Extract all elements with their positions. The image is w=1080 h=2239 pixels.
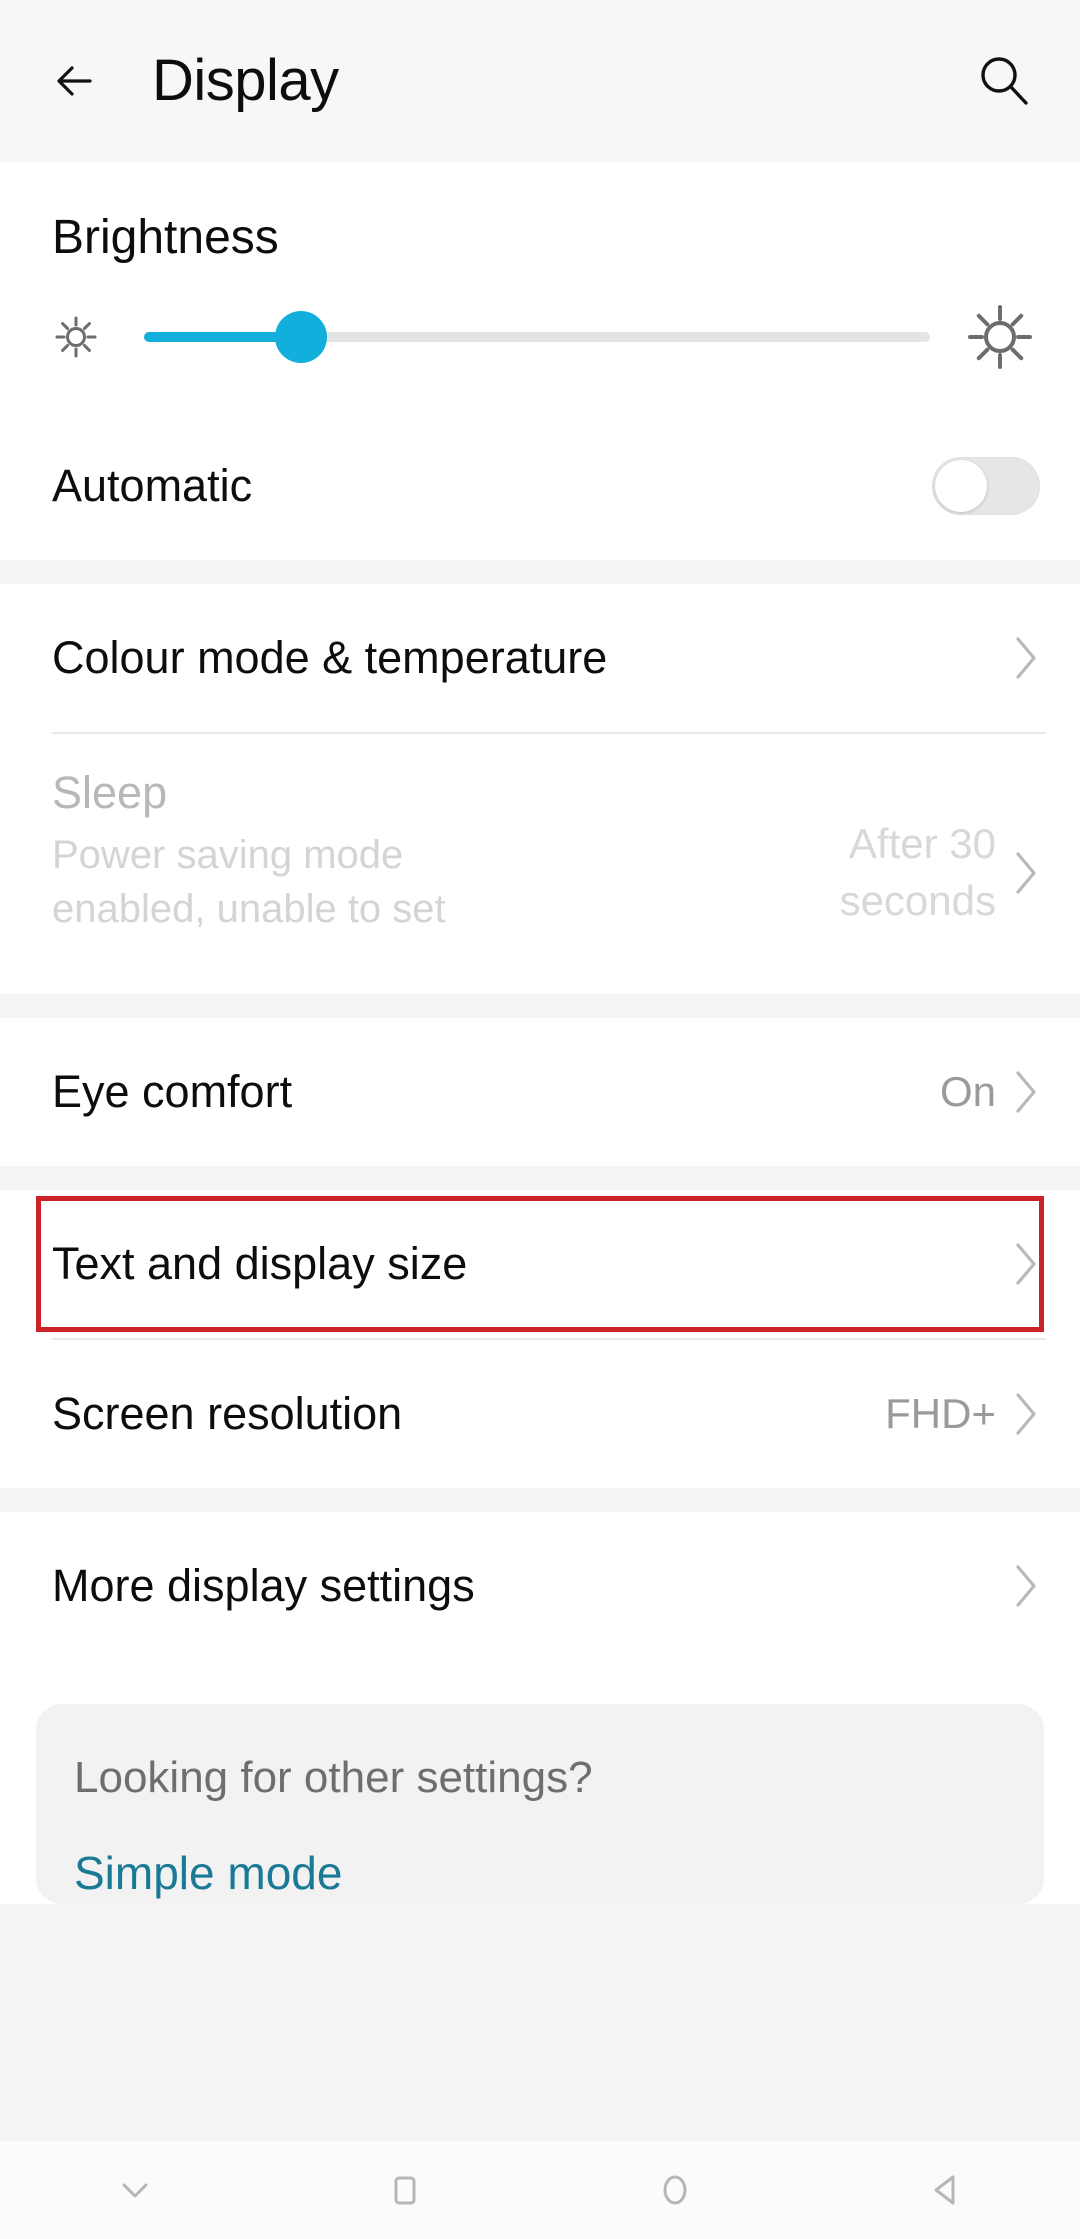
sun-high-icon bbox=[966, 303, 1034, 371]
sleep-row: Sleep Power saving mode enabled, unable … bbox=[0, 734, 1080, 994]
eye-comfort-value: On bbox=[939, 1068, 996, 1115]
looking-for-other-settings-card: Looking for other settings? Simple mode bbox=[36, 1704, 1044, 1904]
colour-sleep-section: Colour mode & temperature Sleep Power sa… bbox=[0, 584, 1080, 994]
eye-comfort-section: Eye comfort On bbox=[0, 1018, 1080, 1166]
more-display-row-right bbox=[1014, 1563, 1040, 1609]
chevron-right-icon bbox=[1014, 635, 1040, 681]
screen-resolution-row[interactable]: Screen resolution FHD+ bbox=[0, 1340, 1080, 1488]
brightness-slider[interactable] bbox=[144, 311, 930, 363]
chevron-right-icon bbox=[1014, 1391, 1040, 1437]
nav-recents-button[interactable] bbox=[270, 2141, 540, 2239]
sleep-label: Sleep bbox=[52, 767, 168, 818]
colour-mode-label: Colour mode & temperature bbox=[52, 631, 608, 683]
text-display-size-row-text: Text and display size bbox=[52, 1237, 1014, 1289]
text-resolution-section: Text and display size Screen resolution … bbox=[0, 1190, 1080, 1488]
colour-mode-row-right bbox=[1014, 635, 1040, 681]
text-and-display-size-row[interactable]: Text and display size bbox=[0, 1190, 1080, 1338]
brightness-label: Brightness bbox=[52, 211, 279, 264]
chevron-right-icon bbox=[1014, 1241, 1040, 1287]
section-gap-2 bbox=[0, 994, 1080, 1018]
nav-back-button[interactable] bbox=[810, 2141, 1080, 2239]
sleep-row-right: After 30 seconds bbox=[766, 816, 1040, 929]
chevron-right-icon bbox=[1014, 1069, 1040, 1115]
screen-resolution-row-right: FHD+ bbox=[885, 1390, 1040, 1438]
section-gap-3 bbox=[0, 1166, 1080, 1190]
simple-mode-link[interactable]: Simple mode bbox=[74, 1850, 1006, 1896]
text-display-size-highlight-wrap: Text and display size bbox=[0, 1190, 1080, 1338]
chevron-down-icon bbox=[113, 2168, 157, 2212]
colour-mode-row[interactable]: Colour mode & temperature bbox=[0, 584, 1080, 732]
automatic-brightness-row[interactable]: Automatic bbox=[0, 412, 1080, 560]
back-triangle-icon bbox=[923, 2168, 967, 2212]
footer-card-area: Looking for other settings? Simple mode bbox=[0, 1660, 1080, 1904]
eye-comfort-row-text: Eye comfort bbox=[52, 1065, 940, 1117]
screen-resolution-value: FHD+ bbox=[885, 1390, 996, 1437]
eye-comfort-label: Eye comfort bbox=[52, 1065, 293, 1117]
eye-comfort-row-right: On bbox=[940, 1068, 1040, 1116]
search-icon[interactable] bbox=[974, 51, 1034, 111]
more-display-label: More display settings bbox=[52, 1559, 475, 1611]
automatic-row-right bbox=[932, 457, 1040, 515]
chevron-right-icon bbox=[1014, 850, 1040, 896]
toggle-knob bbox=[935, 460, 987, 512]
card-question-text: Looking for other settings? bbox=[74, 1753, 593, 1802]
app-bar: Display bbox=[0, 0, 1080, 162]
text-display-size-label: Text and display size bbox=[52, 1237, 468, 1289]
section-gap-4 bbox=[0, 1488, 1080, 1512]
page-title: Display bbox=[152, 48, 339, 113]
automatic-toggle[interactable] bbox=[932, 457, 1040, 515]
back-arrow-icon[interactable] bbox=[52, 52, 110, 110]
home-circle-icon bbox=[653, 2168, 697, 2212]
automatic-row-text: Automatic bbox=[52, 459, 932, 511]
nav-home-button[interactable] bbox=[540, 2141, 810, 2239]
section-gap-1 bbox=[0, 560, 1080, 584]
automatic-label: Automatic bbox=[52, 459, 253, 511]
screen-resolution-label: Screen resolution bbox=[52, 1387, 403, 1439]
sun-low-icon bbox=[52, 313, 100, 361]
colour-mode-row-text: Colour mode & temperature bbox=[52, 631, 1014, 683]
brightness-section: Brightness Automatic bbox=[0, 162, 1080, 560]
recents-square-icon bbox=[383, 2168, 427, 2212]
text-display-size-row-right bbox=[1014, 1241, 1040, 1287]
eye-comfort-row[interactable]: Eye comfort On bbox=[0, 1018, 1080, 1166]
more-display-settings-row[interactable]: More display settings bbox=[0, 1512, 1080, 1660]
sleep-value: After 30 seconds bbox=[839, 820, 996, 924]
brightness-slider-row bbox=[0, 262, 1080, 412]
more-display-section: More display settings Looking for other … bbox=[0, 1512, 1080, 1904]
screen-resolution-row-text: Screen resolution bbox=[52, 1387, 885, 1439]
chevron-right-icon bbox=[1014, 1563, 1040, 1609]
sleep-subtitle: Power saving mode enabled, unable to set bbox=[52, 833, 446, 932]
system-navigation-bar bbox=[0, 2141, 1080, 2239]
sleep-row-text: Sleep Power saving mode enabled, unable … bbox=[52, 767, 766, 936]
slider-thumb[interactable] bbox=[275, 311, 328, 363]
more-display-row-text: More display settings bbox=[52, 1559, 1014, 1611]
display-settings-screen: Display Brightness Automatic Colour mode… bbox=[0, 0, 1080, 2239]
nav-chevron-down-button[interactable] bbox=[0, 2141, 270, 2239]
